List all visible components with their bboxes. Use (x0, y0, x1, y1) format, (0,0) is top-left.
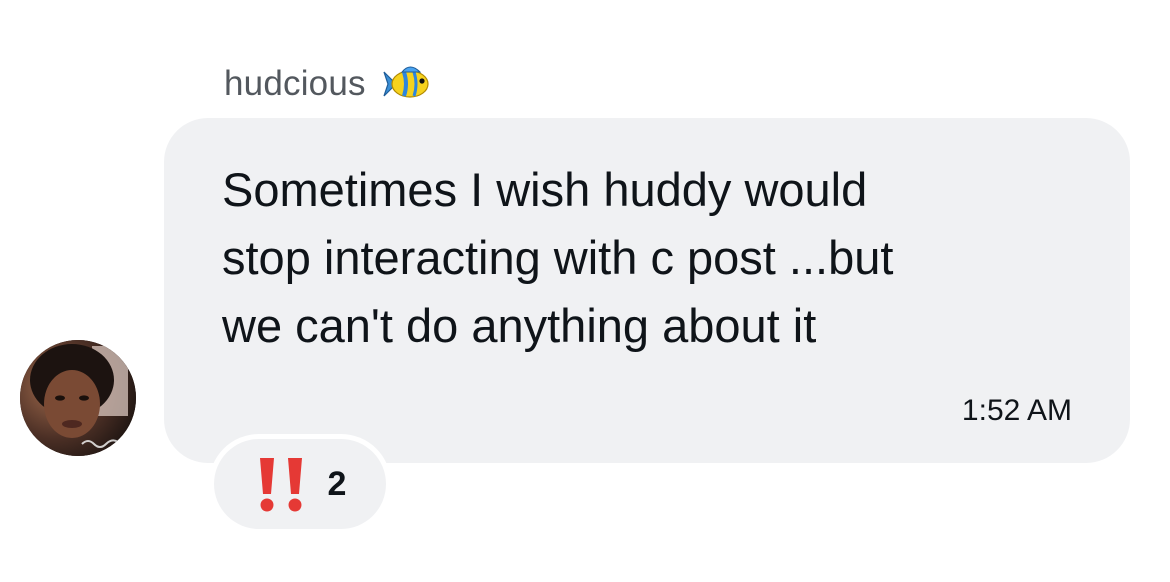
message-sender-row: hudcious (224, 56, 436, 112)
sender-avatar[interactable] (20, 340, 136, 456)
reaction-content: 2 (214, 439, 386, 529)
tropical-fish-icon (378, 64, 436, 104)
message-text: Sometimes I wish huddy would stop intera… (222, 163, 894, 352)
reaction-count: 2 (327, 464, 347, 503)
reaction-pill[interactable]: 2 (209, 434, 391, 534)
double-exclamation-icon (254, 454, 310, 514)
sender-name[interactable]: hudcious (224, 64, 366, 104)
message-bubble[interactable]: Sometimes I wish huddy would stop intera… (164, 118, 1130, 463)
message-timestamp: 1:52 AM (961, 394, 1072, 427)
